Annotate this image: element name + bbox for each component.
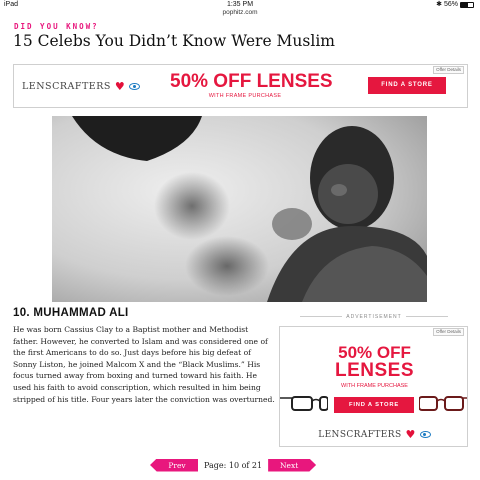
advertisement-label: ADVERTISEMENT — [280, 314, 468, 320]
section-kicker: DID YOU KNOW? — [14, 22, 99, 31]
article-photo — [52, 116, 427, 302]
article-title: 10. MUHAMMAD ALI — [13, 307, 129, 319]
glasses-icon — [419, 396, 467, 411]
ad-subtext: WITH FRAME PURCHASE — [208, 93, 282, 99]
heart-icon: ♥ — [114, 80, 126, 93]
lenscrafters-logo: LENSCRAFTERS ♥ — [22, 80, 141, 93]
eye-icon — [419, 431, 431, 438]
heart-icon: ♥ — [405, 428, 416, 441]
eye-icon — [129, 83, 141, 90]
lenscrafters-logo: LENSCRAFTERS ♥ — [280, 428, 469, 441]
page-indicator: Page: 10 of 21 — [204, 460, 263, 470]
pagination: Prev Page: 10 of 21 Next — [150, 458, 317, 472]
ad-subtext: WITH FRAME PURCHASE — [341, 383, 408, 389]
find-store-button[interactable]: FIND A STORE — [334, 397, 414, 413]
ad-choices-label[interactable]: Offer Details — [433, 66, 464, 74]
page-title: 15 Celebs You Didn’t Know Were Muslim — [13, 32, 335, 50]
glasses-icon — [280, 396, 328, 411]
logo-text: LENSCRAFTERS — [22, 81, 111, 92]
article-body: He was born Cassius Clay to a Baptist mo… — [13, 325, 275, 404]
battery-icon — [460, 2, 474, 8]
logo-text: LENSCRAFTERS — [318, 429, 402, 440]
ad-choices-label[interactable]: Offer Details — [433, 328, 464, 336]
side-ad[interactable]: Offer Details 50% OFF LENSES WITH FRAME … — [279, 326, 468, 447]
ad-headline: 50% OFF LENSES — [170, 71, 333, 92]
next-button[interactable]: Next — [268, 458, 317, 472]
find-store-button[interactable]: FIND A STORE — [368, 77, 446, 94]
url-bar[interactable]: pophitz.com — [0, 9, 480, 17]
boxer-photo-illustration — [52, 116, 427, 302]
top-banner-ad[interactable]: Offer Details LENSCRAFTERS ♥ 50% OFF LEN… — [13, 64, 468, 108]
prev-button[interactable]: Prev — [150, 458, 198, 472]
ad-line-2: LENSES — [334, 360, 415, 381]
